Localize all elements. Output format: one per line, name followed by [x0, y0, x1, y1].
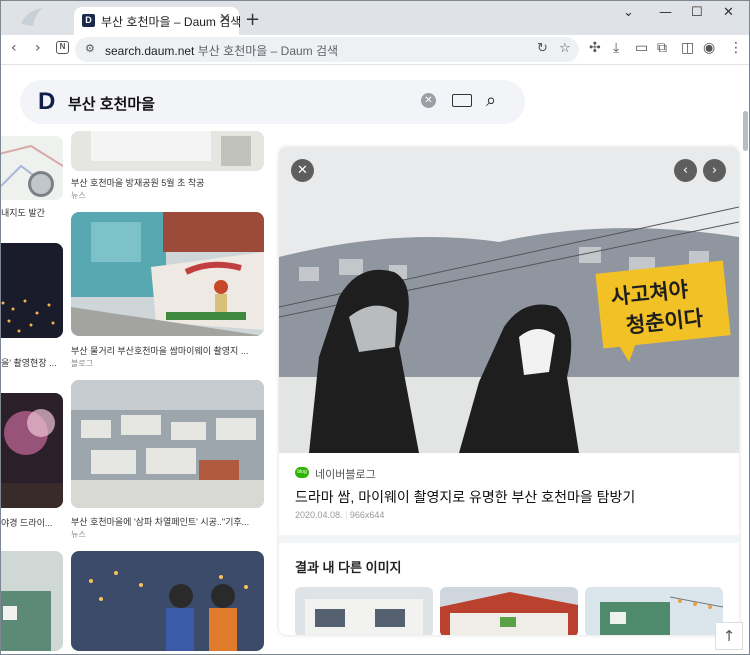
- page-scrollbar[interactable]: [743, 111, 748, 151]
- result-source-2: 블로그: [71, 359, 94, 368]
- close-window-icon[interactable]: ✕: [723, 5, 734, 20]
- more-image-1[interactable]: [295, 587, 433, 635]
- search-bar[interactable]: D 부산 호천마을 ✕ ⌕: [20, 80, 525, 124]
- daum-logo[interactable]: D: [38, 88, 55, 116]
- daum-favicon-icon: D: [82, 14, 95, 27]
- forward-icon[interactable]: ›: [35, 40, 41, 56]
- profile-icon[interactable]: ◉: [703, 40, 715, 56]
- camera-icon[interactable]: ▭: [635, 40, 648, 56]
- minimize-icon[interactable]: —: [659, 5, 672, 20]
- prev-image-icon[interactable]: ‹: [674, 159, 697, 182]
- divider: [279, 535, 739, 543]
- post-title[interactable]: 드라마 쌈, 마이웨이 촬영지로 유명한 부산 호천마을 탐방기: [295, 487, 635, 507]
- blog-name[interactable]: 네이버블로그: [315, 466, 376, 482]
- page-icon[interactable]: N: [56, 41, 69, 54]
- download-icon[interactable]: ⤓: [613, 40, 619, 56]
- tab-strip: D 부산 호천마을 – Daum 검색 ✕ + ⌄ — ☐ ✕: [1, 1, 749, 35]
- next-image-icon[interactable]: ›: [703, 159, 726, 182]
- result-caption-1[interactable]: 부산 호천마을 방재공원 5월 초 착공: [71, 176, 264, 189]
- result-thumb-partial-1[interactable]: [1, 136, 63, 200]
- more-image-2[interactable]: [440, 587, 578, 635]
- address-bar[interactable]: ⚙ search.daum.net 부산 호천마을 – Daum 검색 ↻ ☆: [75, 37, 579, 62]
- result-caption-partial-2[interactable]: 을' 촬영현장 ...: [1, 356, 63, 369]
- extensions-icon[interactable]: ✣: [589, 40, 601, 56]
- tab-active[interactable]: D 부산 호천마을 – Daum 검색 ✕: [74, 7, 241, 35]
- url-domain: search.daum.net: [105, 44, 195, 58]
- result-thumb-1[interactable]: [71, 131, 264, 171]
- new-tab-icon[interactable]: +: [245, 9, 260, 30]
- clear-icon[interactable]: ✕: [421, 93, 436, 108]
- more-image-3[interactable]: [585, 587, 723, 635]
- post-date: 2020.04.08.: [295, 510, 343, 520]
- url-title: 부산 호천마을 – Daum 검색: [197, 44, 339, 58]
- keyboard-icon[interactable]: [452, 94, 472, 107]
- blog-badge-icon: blog: [295, 467, 309, 478]
- toolbar: ‹ › N ⚙ search.daum.net 부산 호천마을 – Daum 검…: [1, 35, 749, 65]
- tab-close-icon[interactable]: ✕: [219, 11, 231, 27]
- result-thumb-3[interactable]: [71, 380, 264, 508]
- result-thumb-2[interactable]: [71, 212, 264, 336]
- result-caption-partial-3[interactable]: 야경 드라이...: [1, 516, 63, 529]
- tab-search-icon[interactable]: ⌄: [623, 5, 634, 20]
- site-info-icon[interactable]: ⚙: [85, 42, 95, 55]
- maximize-icon[interactable]: ☐: [691, 5, 703, 20]
- image-detail-panel: 사고쳐야 청춘이다 ✕ ‹ › blog 네이버블로그 드라마 쌈, 마이웨이 …: [279, 147, 739, 635]
- scroll-to-top-icon[interactable]: ↑: [715, 622, 743, 650]
- result-thumb-partial-3[interactable]: [1, 393, 63, 508]
- browser-logo-icon: [21, 8, 43, 26]
- browser-window: D 부산 호천마을 – Daum 검색 ✕ + ⌄ — ☐ ✕ ‹ › N ⚙ …: [0, 0, 750, 655]
- reload-icon[interactable]: ↻: [537, 41, 548, 56]
- sidebar-icon[interactable]: ◫: [681, 40, 694, 56]
- result-caption-3[interactable]: 부산 호천마을에 '삼파 차열페인트' 시공.."기후...: [71, 515, 264, 528]
- image-size: 966x644: [349, 510, 385, 520]
- bookmark-icon[interactable]: ☆: [559, 41, 571, 56]
- back-icon[interactable]: ‹: [11, 40, 17, 56]
- close-detail-icon[interactable]: ✕: [291, 159, 314, 182]
- result-caption-2[interactable]: 부산 물거리 부산호천마을 쌈마이웨이 촬영지 ...: [71, 344, 264, 357]
- more-images-heading: 결과 내 다른 이미지: [295, 560, 402, 575]
- detail-image[interactable]: 사고쳐야 청춘이다: [279, 147, 739, 453]
- result-source-3: 뉴스: [71, 530, 86, 539]
- search-input[interactable]: 부산 호천마을: [68, 93, 155, 114]
- share-icon[interactable]: ⧉: [657, 40, 667, 56]
- search-icon[interactable]: ⌕: [486, 90, 496, 111]
- menu-icon[interactable]: ⋮: [729, 40, 743, 56]
- result-caption-partial-1[interactable]: 내지도 발간: [1, 206, 63, 219]
- result-thumb-partial-4[interactable]: [1, 551, 63, 651]
- result-source-1: 뉴스: [71, 191, 86, 200]
- result-thumb-partial-2[interactable]: [1, 243, 63, 338]
- result-thumb-4[interactable]: [71, 551, 264, 651]
